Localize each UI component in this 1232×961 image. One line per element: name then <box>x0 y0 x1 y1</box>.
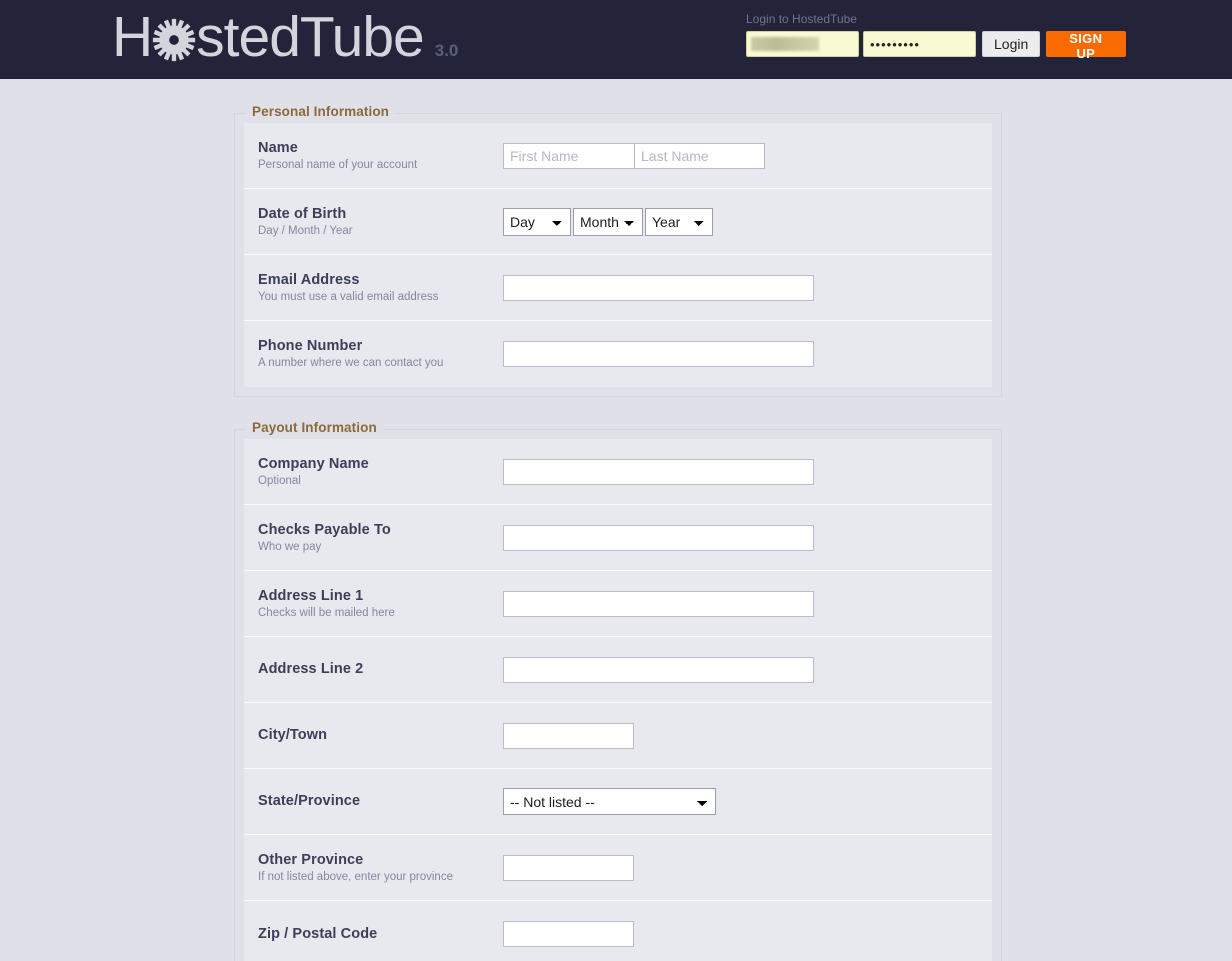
phone-number-input[interactable] <box>503 341 814 367</box>
address-line-1-input[interactable] <box>503 590 814 617</box>
row-label: Company Name Optional <box>258 455 503 489</box>
row-field <box>503 458 992 485</box>
logo-text-part1: H <box>112 5 153 69</box>
field-label: Zip / Postal Code <box>258 925 378 942</box>
site-header: H sted Tube 3.0 Login to HostedTube ••••… <box>0 0 1232 79</box>
field-row-email-address: Email Address You must use a valid email… <box>244 255 992 321</box>
company-name-input[interactable] <box>503 458 814 485</box>
row-label: Date of Birth Day / Month / Year <box>258 205 503 239</box>
logo-text-part3: Tube <box>299 5 425 69</box>
field-row-phone-number: Phone Number A number where we can conta… <box>244 321 992 387</box>
row-field <box>503 590 992 617</box>
row-label: Address Line 2 <box>258 660 503 679</box>
signup-button[interactable]: SIGN UP <box>1045 31 1126 61</box>
site-logo[interactable]: H sted Tube 3.0 <box>112 8 458 66</box>
field-row-other-province: Other Province If not listed above, ente… <box>244 835 992 901</box>
row-label: Address Line 1 Checks will be mailed her… <box>258 587 503 621</box>
first-name-input[interactable] <box>503 142 634 169</box>
dob-month-select[interactable]: Month <box>573 207 643 236</box>
zip-postal-code-input[interactable] <box>503 921 634 947</box>
field-label: City/Town <box>258 727 328 743</box>
row-field <box>503 274 992 301</box>
row-label: Checks Payable To Who we pay <box>258 521 503 555</box>
dob-day-select[interactable]: Day <box>503 207 571 236</box>
field-sublabel: Personal name of your account <box>258 158 418 171</box>
gear-icon <box>152 18 196 62</box>
dob-year-select[interactable]: Year <box>645 207 713 236</box>
field-label: Address Line 1 <box>258 587 364 604</box>
section-payout-information: Payout Information Company Name Optional… <box>234 420 1002 961</box>
field-label: Address Line 2 <box>258 661 364 677</box>
field-label: Name <box>258 139 298 156</box>
field-label: Date of Birth <box>258 205 347 222</box>
row-field <box>503 142 992 169</box>
field-row-city-town: City/Town <box>244 703 992 769</box>
field-label: Email Address <box>258 271 360 288</box>
section-personal-information: Personal Information Name Personal name … <box>234 104 1002 397</box>
field-label: State/Province <box>258 793 361 809</box>
row-field <box>503 656 992 683</box>
field-sublabel: Optional <box>258 474 301 487</box>
field-row-address-line-2: Address Line 2 <box>244 637 992 703</box>
field-row-address-line-1: Address Line 1 Checks will be mailed her… <box>244 571 992 637</box>
section-legend: Personal Information <box>246 104 396 119</box>
field-label: Checks Payable To <box>258 521 391 538</box>
row-field <box>503 854 992 881</box>
row-label: State/Province <box>258 792 503 811</box>
other-province-input[interactable] <box>503 854 634 881</box>
field-row-state-province: State/Province -- Not listed -- <box>244 769 992 835</box>
row-field: -- Not listed -- <box>503 788 992 815</box>
city-town-input[interactable] <box>503 722 634 749</box>
field-row-zip-postal-code: Zip / Postal Code <box>244 901 992 961</box>
field-sublabel: Day / Month / Year <box>258 224 353 237</box>
field-sublabel: A number where we can contact you <box>258 357 444 369</box>
logo-text-part2: sted <box>196 5 301 69</box>
username-wrapper <box>746 31 859 57</box>
email-address-input[interactable] <box>503 274 814 301</box>
row-field <box>503 524 992 551</box>
password-input[interactable] <box>863 31 976 57</box>
field-row-date-of-birth: Date of Birth Day / Month / Year Day Mon… <box>244 189 992 255</box>
field-row-name: Name Personal name of your account <box>244 123 992 189</box>
login-caption: Login to HostedTube <box>746 12 857 26</box>
username-redaction <box>751 37 819 51</box>
state-province-select[interactable]: -- Not listed -- <box>503 788 716 815</box>
row-field: Day Month Year <box>503 207 992 236</box>
field-label: Phone Number <box>258 338 363 354</box>
login-form: Login SIGN UP <box>746 31 1126 61</box>
field-row-company-name: Company Name Optional <box>244 439 992 505</box>
login-button[interactable]: Login <box>982 31 1040 57</box>
section-panel: Company Name Optional Checks Payable To … <box>244 439 992 961</box>
last-name-input[interactable] <box>634 142 765 169</box>
section-legend: Payout Information <box>246 420 383 435</box>
field-label: Other Province <box>258 851 364 868</box>
row-label: City/Town <box>258 726 503 745</box>
field-sublabel: If not listed above, enter your province <box>258 870 453 883</box>
login-area: Login to HostedTube Login SIGN UP <box>746 12 1126 61</box>
row-label: Phone Number A number where we can conta… <box>258 337 503 371</box>
logo-version: 3.0 <box>434 41 459 60</box>
field-sublabel: Who we pay <box>258 540 322 553</box>
row-label: Zip / Postal Code <box>258 925 503 944</box>
row-field <box>503 722 992 749</box>
address-line-2-input[interactable] <box>503 656 814 683</box>
field-sublabel: Checks will be mailed here <box>258 606 395 619</box>
row-label: Other Province If not listed above, ente… <box>258 851 503 885</box>
row-field <box>503 921 992 947</box>
section-panel: Name Personal name of your account Date … <box>244 123 992 387</box>
row-field <box>503 341 992 367</box>
field-sublabel: You must use a valid email address <box>258 290 439 303</box>
row-label: Name Personal name of your account <box>258 139 503 173</box>
row-label: Email Address You must use a valid email… <box>258 271 503 305</box>
field-label: Company Name <box>258 455 369 472</box>
checks-payable-to-input[interactable] <box>503 524 814 551</box>
field-row-checks-payable-to: Checks Payable To Who we pay <box>244 505 992 571</box>
